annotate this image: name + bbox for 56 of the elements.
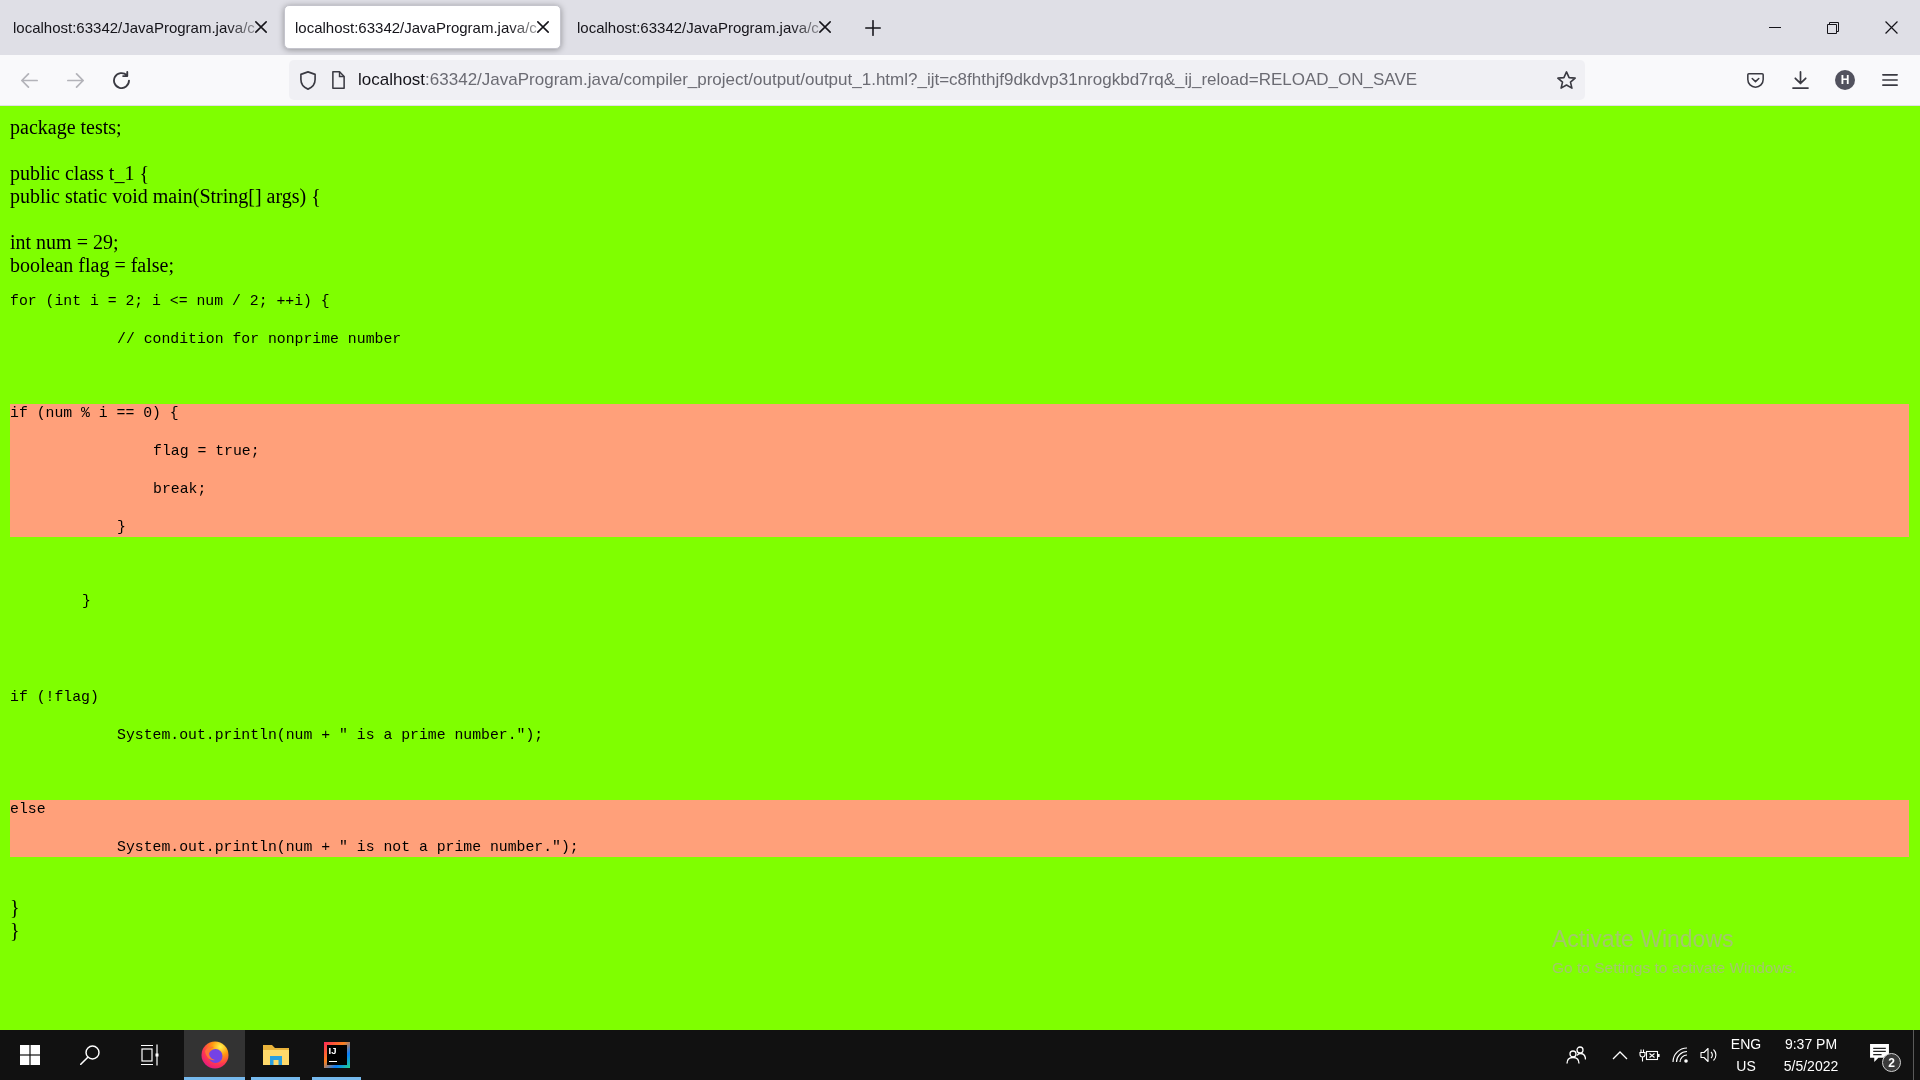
wifi-icon[interactable] (1672, 1047, 1690, 1063)
windows-logo-icon[interactable] (20, 1045, 40, 1065)
notification-badge: 2 (1882, 1053, 1901, 1072)
page-icon[interactable] (332, 71, 345, 89)
reload-icon[interactable] (112, 71, 130, 89)
battery-icon[interactable] (1639, 1048, 1660, 1062)
chevron-up-icon[interactable] (1612, 1050, 1628, 1060)
volume-icon[interactable] (1700, 1047, 1717, 1063)
browser-tab[interactable]: localhost:63342/JavaProgram.java/c (2, 5, 279, 49)
activation-subtitle: Go to Settings to activate Windows. (1552, 958, 1797, 978)
code-line: if (num % i == 0) { (10, 404, 179, 423)
search-icon[interactable] (80, 1045, 100, 1065)
text-line: } (10, 896, 20, 919)
clock-date[interactable]: 5/5/2022 (1783, 1055, 1839, 1077)
people-icon[interactable] (1566, 1046, 1586, 1064)
code-line: } (82, 592, 91, 611)
globe-icon (200, 1041, 229, 1069)
plus-icon[interactable] (865, 19, 881, 36)
language-code[interactable]: ENG (1730, 1033, 1762, 1055)
taskbar-button[interactable] (184, 1030, 245, 1080)
shield-icon[interactable] (300, 70, 316, 90)
restore-icon[interactable] (1827, 21, 1839, 34)
task-view-icon[interactable] (140, 1044, 160, 1066)
code-line: break; (153, 480, 207, 499)
text-line: } (10, 919, 20, 942)
url-text: localhost:63342/JavaProgram.java/compiler_project/output/output_1.html?_ijt=c8fhthjf9dkdvp31nrogkbd7rq&_ij_reload=RELOAD_ON_SAVE (358, 70, 1418, 90)
browser-tab[interactable]: localhost:63342/JavaProgram.java/c (566, 5, 843, 49)
download-icon[interactable] (1791, 71, 1809, 89)
url-field[interactable]: localhost:63342/JavaProgram.java/compiler_project/output/output_1.html?_ijt=c8fhthjf9dkdvp31nrogkbd7rq&_ij_reload=RELOAD_ON_SAVE (289, 60, 1585, 100)
close-icon[interactable] (536, 21, 549, 33)
browser-tab[interactable]: localhost:63342/JavaProgram.java/c (284, 5, 561, 49)
close-icon[interactable] (254, 21, 267, 33)
clock-time[interactable]: 9:37 PM (1784, 1033, 1838, 1055)
menu-icon[interactable] (1882, 74, 1898, 86)
folder-icon (261, 1043, 290, 1067)
code-line: } (117, 518, 126, 537)
star-icon[interactable] (1557, 71, 1576, 89)
code-line: else (10, 800, 46, 819)
region-code[interactable]: US (1736, 1055, 1756, 1077)
text-line: boolean flag = false; (10, 254, 174, 277)
text-line: package tests; (10, 116, 122, 139)
code-line: for (int i = 2; i <= num / 2; ++i) { (10, 292, 330, 311)
code-line: System.out.println(num + " is a prime number."); (117, 726, 544, 745)
code-line: // condition for nonprime number (117, 330, 402, 349)
text-line: int num = 29; (10, 231, 119, 254)
activation-title: Activate Windows (1552, 925, 1734, 954)
code-line: flag = true; (153, 442, 260, 461)
account-avatar[interactable]: H (1835, 70, 1855, 90)
message-icon[interactable] (1869, 1043, 1890, 1063)
text-line: public class t_1 { (10, 162, 150, 185)
close-icon[interactable] (1884, 21, 1898, 34)
text-line: public static void main(String[] args) { (10, 185, 321, 208)
code-line: System.out.println(num + " is not a prime number."); (117, 838, 579, 857)
code-line: if (!flag) (10, 688, 99, 707)
shield-chevron-icon[interactable] (1746, 72, 1764, 88)
close-icon[interactable] (818, 21, 831, 33)
